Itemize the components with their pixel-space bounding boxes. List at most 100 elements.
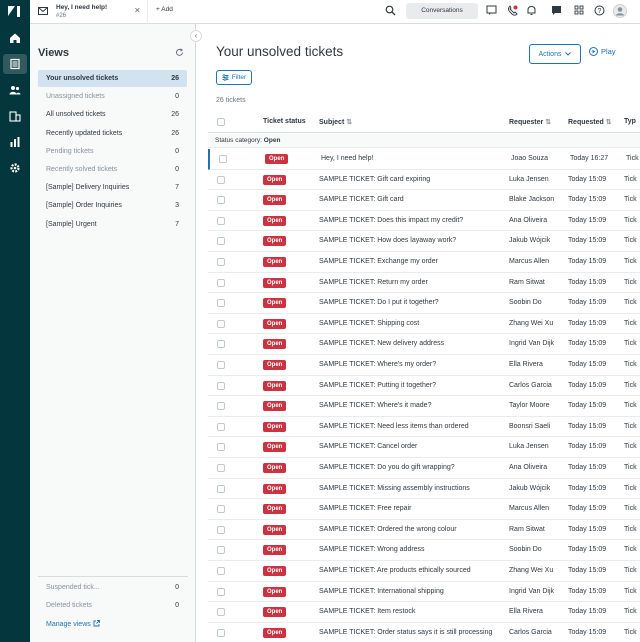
ticket-subject[interactable]: SAMPLE TICKET: Exchange my order [319, 258, 438, 265]
table-row[interactable]: Open SAMPLE TICKET: Do I put it together?… [208, 293, 640, 314]
table-row[interactable]: Open SAMPLE TICKET: Gift card Blake Jackso… [208, 190, 640, 211]
home-icon[interactable] [3, 28, 27, 48]
row-checkbox[interactable] [217, 258, 225, 266]
ticket-requester[interactable]: Ram Sitwat [509, 279, 545, 286]
row-checkbox[interactable] [217, 278, 225, 287]
row-checkbox[interactable] [217, 464, 225, 472]
table-row[interactable]: Open SAMPLE TICKET: Ordered the wrong col… [208, 520, 640, 541]
ticket-subject[interactable]: Hey, I need help! [321, 155, 373, 162]
chat-icon[interactable] [486, 5, 497, 16]
ticket-requester[interactable]: Ella Rivera [509, 361, 543, 368]
table-row[interactable]: Open SAMPLE TICKET: Item restock Ella Rive… [208, 602, 640, 623]
ticket-requester[interactable]: Ram Sitwat [509, 526, 545, 533]
view-item[interactable]: [Sample] Delivery Inquiries 7 [38, 179, 187, 196]
ticket-requester[interactable]: Ingrid Van Dijk [509, 340, 554, 347]
view-item[interactable]: Your unsolved tickets 26 [38, 70, 187, 87]
column-requested[interactable]: Requested ⇅ [568, 118, 612, 127]
ticket-requester[interactable]: Blake Jackson [509, 196, 554, 203]
row-checkbox[interactable] [217, 216, 225, 225]
notification-icon[interactable] [507, 5, 518, 16]
help-icon[interactable]: ? [594, 5, 605, 16]
close-icon[interactable]: ✕ [134, 6, 141, 15]
ticket-subject[interactable]: SAMPLE TICKET: Do I put it together? [319, 299, 439, 306]
views-icon[interactable] [3, 54, 27, 74]
ticket-subject[interactable]: SAMPLE TICKET: Order status says it is s… [319, 629, 492, 636]
row-checkbox[interactable] [217, 361, 225, 369]
ticket-subject[interactable]: SAMPLE TICKET: Where's it made? [319, 402, 431, 409]
table-row[interactable]: Open SAMPLE TICKET: Where's it made? Taylo… [208, 396, 640, 417]
apps-grid-icon[interactable] [574, 5, 584, 15]
table-row[interactable]: Open SAMPLE TICKET: Cancel order Luka Jens… [208, 437, 640, 458]
row-checkbox[interactable] [217, 175, 225, 184]
ticket-subject[interactable]: SAMPLE TICKET: Ordered the wrong colour [319, 526, 457, 533]
table-row[interactable]: Open SAMPLE TICKET: Missing assembly inst… [208, 479, 640, 500]
ticket-subject[interactable]: SAMPLE TICKET: International shipping [319, 588, 444, 595]
play-button[interactable]: Play [589, 47, 616, 56]
row-checkbox[interactable] [217, 628, 225, 637]
collapse-panel-button[interactable]: ‹ [190, 30, 202, 42]
row-checkbox[interactable] [217, 608, 225, 617]
ticket-subject[interactable]: SAMPLE TICKET: Item restock [319, 608, 415, 615]
ticket-requester[interactable]: Zhang Wei Xu [509, 320, 553, 327]
row-checkbox[interactable] [217, 340, 225, 349]
ticket-requester[interactable]: Luka Jensen [509, 443, 549, 450]
ticket-subject[interactable]: SAMPLE TICKET: Wrong address [319, 546, 425, 553]
ticket-requester[interactable]: Carlos Garcia [509, 382, 552, 389]
table-row[interactable]: Open SAMPLE TICKET: New delivery address I… [208, 334, 640, 355]
admin-gear-icon[interactable] [3, 158, 27, 178]
table-row[interactable]: Open SAMPLE TICKET: Where's my order? Ella… [208, 355, 640, 376]
ticket-requester[interactable]: Jakub Wójcik [509, 485, 550, 492]
table-row[interactable]: Open SAMPLE TICKET: Shipping cost Zhang We… [208, 314, 640, 335]
row-checkbox[interactable] [217, 381, 225, 390]
ticket-requester[interactable]: Taylor Moore [509, 402, 549, 409]
ticket-subject[interactable]: SAMPLE TICKET: Shipping cost [319, 320, 419, 327]
ticket-requester[interactable]: Zhang Wei Xu [509, 567, 553, 574]
ticket-requester[interactable]: Marcus Allen [509, 258, 549, 265]
ticket-requester[interactable]: Marcus Allen [509, 505, 549, 512]
table-row[interactable]: Open SAMPLE TICKET: Are products ethicall… [208, 561, 640, 582]
row-checkbox[interactable] [217, 505, 225, 514]
table-row[interactable]: Open SAMPLE TICKET: Wrong address Soobin D… [208, 540, 640, 561]
ticket-subject[interactable]: SAMPLE TICKET: Does this impact my credi… [319, 217, 463, 224]
organizations-icon[interactable] [3, 106, 27, 126]
table-row[interactable]: Open SAMPLE TICKET: Return my order Ram Si… [208, 273, 640, 294]
ticket-subject[interactable]: SAMPLE TICKET: New delivery address [319, 340, 444, 347]
zendesk-logo[interactable] [6, 5, 24, 19]
ticket-subject[interactable]: SAMPLE TICKET: Missing assembly instruct… [319, 485, 470, 492]
view-item[interactable]: Recently updated tickets 26 [38, 125, 187, 142]
row-checkbox[interactable] [217, 402, 225, 411]
ticket-requester[interactable]: Ella Rivera [509, 608, 543, 615]
filter-button[interactable]: Filter [216, 70, 252, 85]
conversations-button[interactable]: Conversations [406, 3, 478, 19]
view-item[interactable]: [Sample] Urgent 7 [38, 216, 187, 233]
search-icon[interactable] [385, 5, 396, 16]
table-row[interactable]: Open SAMPLE TICKET: Does this impact my c… [208, 211, 640, 232]
ticket-requester[interactable]: Ana Oliveira [509, 464, 547, 471]
table-row[interactable]: Open SAMPLE TICKET: Putting it together? C… [208, 376, 640, 397]
ticket-requester[interactable]: Carlos Garcia [509, 629, 552, 636]
ticket-subject[interactable]: SAMPLE TICKET: Cancel order [319, 443, 417, 450]
row-checkbox[interactable] [217, 587, 225, 596]
view-item[interactable]: Recently solved tickets 0 [38, 161, 187, 178]
messages-icon[interactable] [551, 5, 562, 16]
customers-icon[interactable] [3, 80, 27, 100]
table-row[interactable]: Open SAMPLE TICKET: Exchange my order Marc… [208, 252, 640, 273]
table-row[interactable]: Open SAMPLE TICKET: Gift card expiring Luk… [208, 170, 640, 191]
row-checkbox[interactable] [217, 443, 225, 452]
manage-views-link[interactable]: Manage views [46, 620, 100, 628]
ticket-subject[interactable]: SAMPLE TICKET: Putting it together? [319, 382, 436, 389]
reporting-icon[interactable] [3, 132, 27, 152]
ticket-subject[interactable]: SAMPLE TICKET: How does layaway work? [319, 237, 456, 244]
ticket-requester[interactable]: Ana Oliveira [509, 217, 547, 224]
row-checkbox[interactable] [217, 237, 225, 246]
avatar[interactable] [613, 4, 627, 18]
row-checkbox[interactable] [217, 422, 225, 431]
bell-icon[interactable] [526, 5, 537, 16]
row-checkbox[interactable] [217, 196, 225, 205]
ticket-tab[interactable]: Hey, I need help! #26 ✕ [30, 0, 148, 24]
table-row[interactable]: Open Hey, I need help! Joao Souza Today 16:… [208, 149, 640, 170]
table-row[interactable]: Open SAMPLE TICKET: International shippin… [208, 582, 640, 603]
ticket-requester[interactable]: Boonsri Saeli [509, 423, 550, 430]
ticket-requester[interactable]: Joao Souza [511, 155, 548, 162]
ticket-subject[interactable]: SAMPLE TICKET: Gift card [319, 196, 404, 203]
